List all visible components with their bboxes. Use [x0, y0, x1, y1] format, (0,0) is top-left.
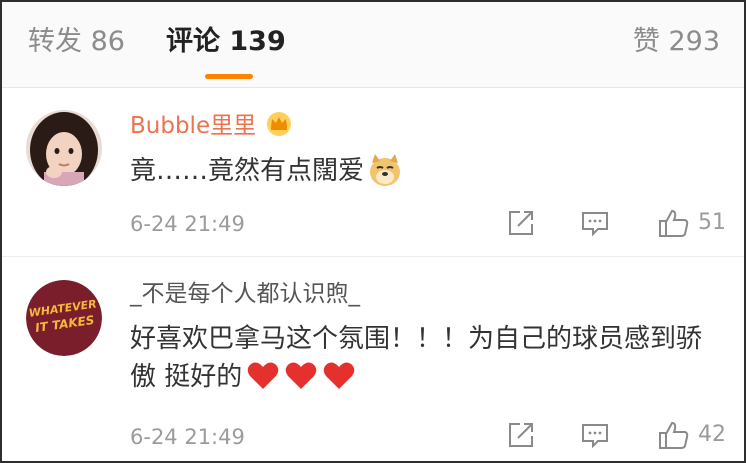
divider: [2, 256, 744, 257]
comment-item: WHATEVER IT TAKES _不是每个人都认识煦_ 好喜欢巴拿马这个氛围…: [2, 258, 744, 461]
like-count: 42: [698, 422, 726, 447]
tab-bar: 转发 86 评论 139 赞 293: [2, 2, 744, 87]
doge-emoji-icon: [368, 153, 402, 198]
share-icon[interactable]: [506, 420, 536, 450]
tab-reposts[interactable]: 转发 86: [28, 22, 125, 62]
share-icon[interactable]: [506, 208, 536, 238]
comment-timestamp: 6-24 21:49: [130, 425, 245, 449]
comment-username[interactable]: _不是每个人都认识煦_: [130, 278, 360, 310]
like-count: 51: [698, 210, 726, 235]
thumbs-up-icon[interactable]: [658, 420, 689, 450]
active-tab-indicator: [205, 74, 253, 79]
comment-actions: 51: [502, 206, 732, 242]
comment-panel: 转发 86 评论 139 赞 293 Bubble里里 竟……竟然有点闊爱 6-…: [0, 0, 746, 463]
avatar[interactable]: [26, 110, 102, 186]
heart-icon: [284, 361, 318, 391]
crown-icon: [264, 110, 294, 136]
heart-icon: [322, 361, 356, 391]
comment-username[interactable]: Bubble里里: [130, 110, 294, 142]
comment-text: 好喜欢巴拿马这个氛围！！！为自己的球员感到骄傲 挺好的: [130, 324, 703, 392]
comment-icon[interactable]: [580, 420, 610, 450]
heart-icon: [246, 361, 280, 391]
thumbs-up-icon[interactable]: [658, 208, 689, 238]
avatar[interactable]: WHATEVER IT TAKES: [26, 280, 102, 356]
comment-icon[interactable]: [580, 208, 610, 238]
comment-actions: 42: [502, 418, 732, 454]
comment-item: Bubble里里 竟……竟然有点闊爱 6-24 21:49 51: [2, 88, 744, 256]
tab-comments[interactable]: 评论 139: [166, 22, 286, 62]
comment-timestamp: 6-24 21:49: [130, 212, 245, 236]
comment-text: 竟……竟然有点闊爱: [130, 152, 714, 198]
tab-likes[interactable]: 赞 293: [633, 22, 720, 62]
